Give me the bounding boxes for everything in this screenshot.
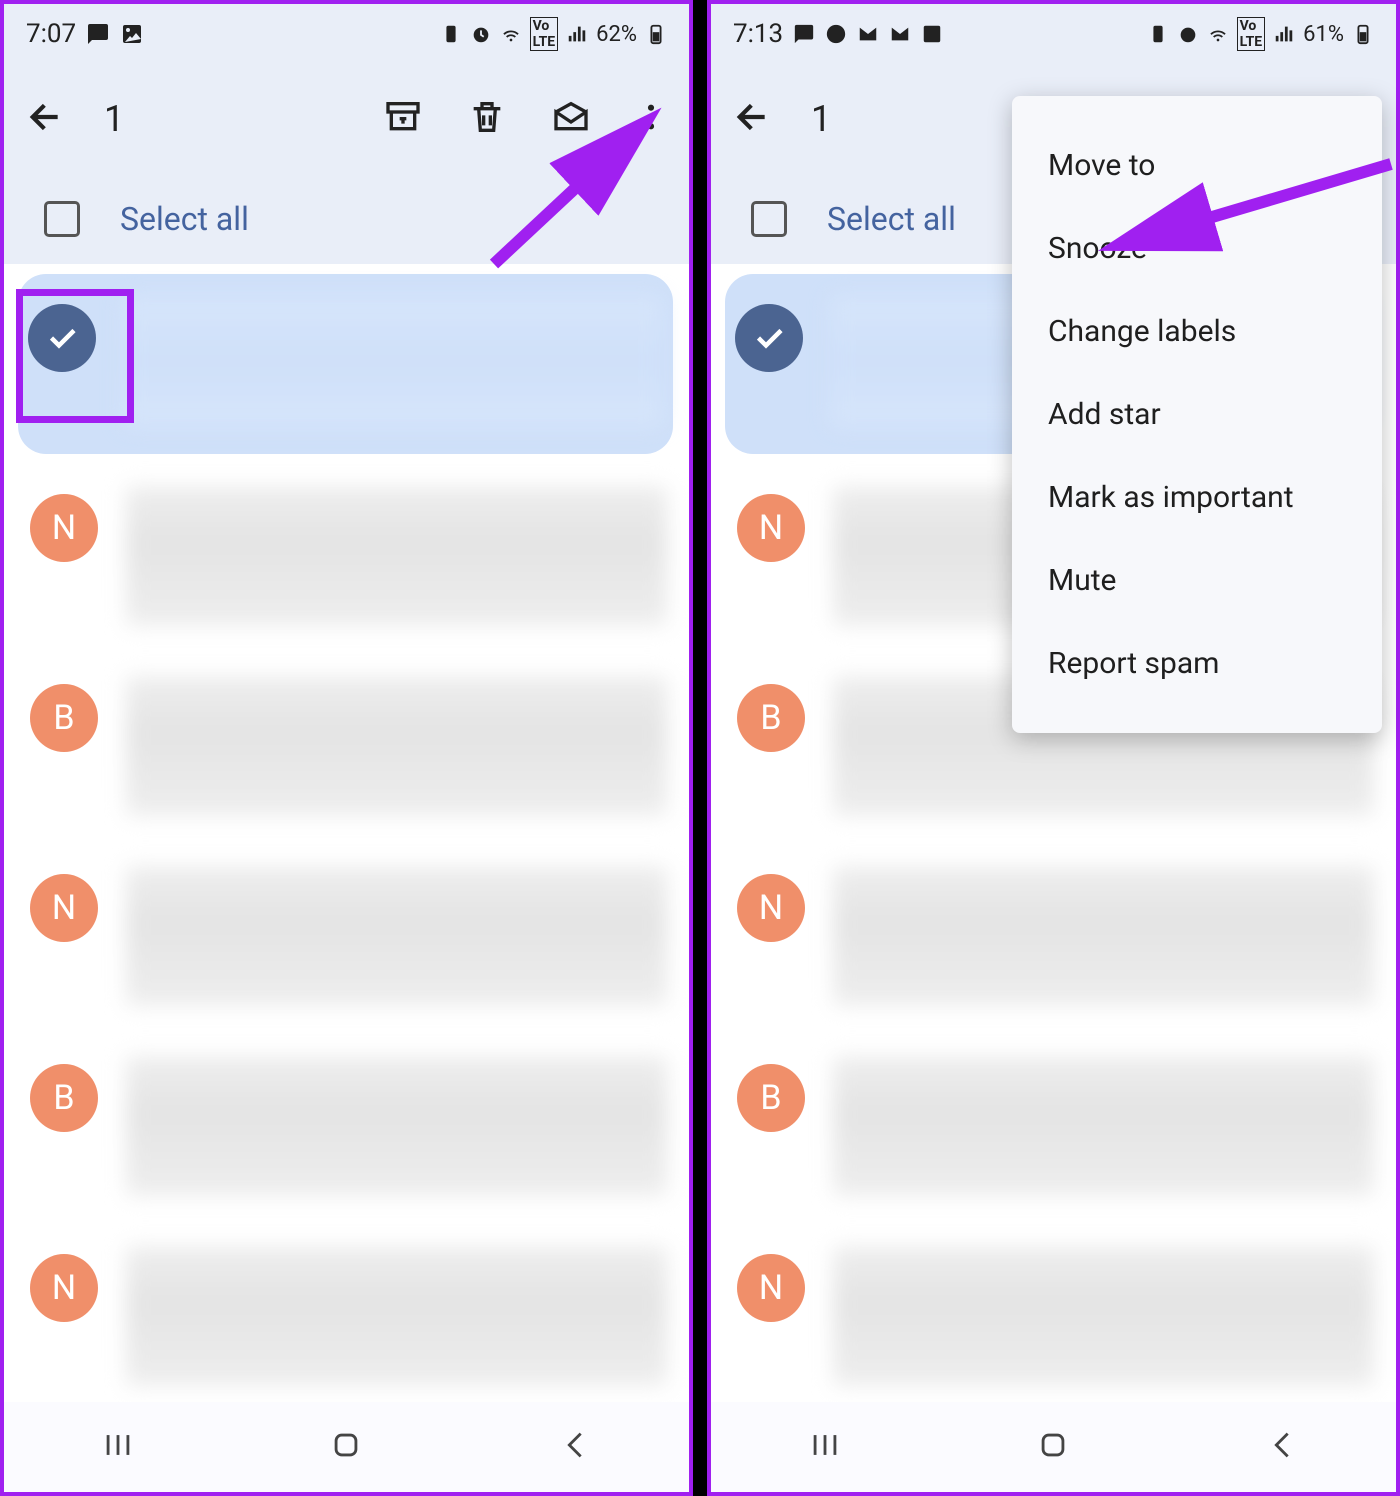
signal-icon — [566, 23, 588, 45]
status-time: 7:13 — [733, 19, 783, 49]
nav-back[interactable] — [1265, 1428, 1299, 1466]
avatar[interactable]: N — [30, 494, 98, 562]
email-row-selected[interactable] — [18, 274, 673, 454]
gmail-icon — [889, 23, 911, 45]
overflow-menu: Move to Snooze Change labels Add star Ma… — [1012, 96, 1382, 733]
nav-home[interactable] — [329, 1428, 363, 1466]
nav-bar — [4, 1402, 689, 1492]
nav-recent[interactable] — [808, 1428, 842, 1466]
battery-saver-icon — [1147, 23, 1169, 45]
selection-count: 1 — [787, 98, 847, 140]
avatar[interactable]: B — [737, 684, 805, 752]
chat-icon — [793, 23, 815, 45]
mark-unread-button[interactable] — [551, 97, 591, 141]
select-all-label: Select all — [120, 200, 249, 238]
menu-snooze[interactable]: Snooze — [1012, 207, 1382, 290]
image-divider — [693, 0, 707, 1496]
avatar[interactable]: N — [30, 1254, 98, 1322]
selected-avatar[interactable] — [28, 304, 96, 372]
email-content-blurred — [126, 676, 667, 816]
back-button[interactable] — [26, 97, 70, 141]
image-icon — [120, 22, 144, 46]
avatar[interactable]: B — [737, 1064, 805, 1132]
email-row[interactable]: N — [4, 844, 689, 1034]
battery-percent: 62% — [596, 22, 637, 47]
select-all-checkbox[interactable] — [44, 201, 80, 237]
menu-report-spam[interactable]: Report spam — [1012, 622, 1382, 705]
volte-icon: VoLTE — [530, 17, 559, 51]
image-icon — [921, 23, 943, 45]
back-button[interactable] — [733, 97, 777, 141]
email-row[interactable]: N — [4, 464, 689, 654]
alarm-icon — [1177, 23, 1199, 45]
email-row[interactable]: N — [711, 1224, 1396, 1414]
battery-saver-icon — [440, 23, 462, 45]
menu-move-to[interactable]: Move to — [1012, 124, 1382, 207]
avatar[interactable]: B — [30, 1064, 98, 1132]
email-content-blurred — [126, 486, 667, 626]
email-content-blurred — [126, 1056, 667, 1196]
nav-recent[interactable] — [101, 1428, 135, 1466]
nav-home[interactable] — [1036, 1428, 1070, 1466]
nav-back[interactable] — [558, 1428, 592, 1466]
volte-icon: VoLTE — [1237, 17, 1266, 51]
selection-count: 1 — [80, 98, 140, 140]
battery-icon — [645, 23, 667, 45]
email-row[interactable]: B — [4, 654, 689, 844]
status-bar: 7:07 VoLTE 62% — [4, 4, 689, 64]
avatar[interactable]: N — [737, 494, 805, 562]
battery-percent: 61% — [1303, 22, 1344, 47]
avatar[interactable]: B — [30, 684, 98, 752]
gmail-icon — [857, 23, 879, 45]
select-all-checkbox[interactable] — [751, 201, 787, 237]
status-bar: 7:13 VoLTE 61% — [711, 4, 1396, 64]
phone-right: 7:13 VoLTE 61% 1 — [707, 0, 1400, 1496]
phone-left: 7:07 VoLTE 62% 1 — [0, 0, 693, 1496]
menu-change-labels[interactable]: Change labels — [1012, 290, 1382, 373]
alarm-icon — [470, 23, 492, 45]
wifi-icon — [1207, 23, 1229, 45]
nav-bar — [711, 1402, 1396, 1492]
email-row[interactable]: B — [4, 1034, 689, 1224]
battery-icon — [1352, 23, 1374, 45]
menu-mute[interactable]: Mute — [1012, 539, 1382, 622]
archive-button[interactable] — [383, 97, 423, 141]
signal-icon — [1273, 23, 1295, 45]
app-bar: 1 — [4, 64, 689, 174]
select-all-label: Select all — [827, 200, 956, 238]
selected-avatar[interactable] — [735, 304, 803, 372]
email-row[interactable]: N — [4, 1224, 689, 1414]
email-content-blurred — [124, 296, 663, 426]
email-content-blurred — [833, 1246, 1374, 1386]
email-content-blurred — [833, 866, 1374, 1006]
email-list: N B N B N — [4, 274, 689, 1414]
email-content-blurred — [833, 1056, 1374, 1196]
avatar[interactable]: N — [30, 874, 98, 942]
email-content-blurred — [126, 866, 667, 1006]
wifi-icon — [500, 23, 522, 45]
overflow-button[interactable] — [635, 97, 667, 141]
avatar[interactable]: N — [737, 1254, 805, 1322]
whatsapp-icon — [825, 23, 847, 45]
avatar[interactable]: N — [737, 874, 805, 942]
email-content-blurred — [126, 1246, 667, 1386]
menu-mark-important[interactable]: Mark as important — [1012, 456, 1382, 539]
menu-add-star[interactable]: Add star — [1012, 373, 1382, 456]
select-all-row[interactable]: Select all — [4, 174, 689, 264]
email-row[interactable]: N — [711, 844, 1396, 1034]
status-time: 7:07 — [26, 19, 76, 49]
chat-icon — [86, 22, 110, 46]
delete-button[interactable] — [467, 97, 507, 141]
email-row[interactable]: B — [711, 1034, 1396, 1224]
